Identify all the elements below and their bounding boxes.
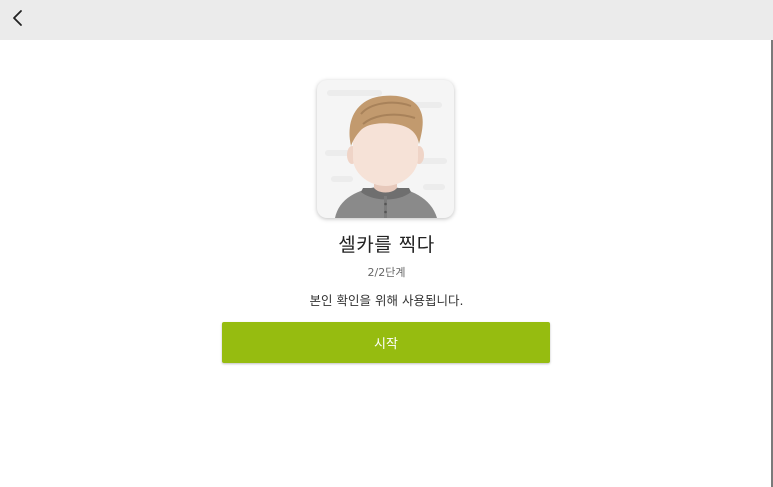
selfie-avatar-illustration (317, 80, 454, 218)
page-title: 셀카를 찍다 (338, 234, 435, 256)
chevron-left-icon (13, 10, 22, 26)
top-bar (0, 0, 773, 40)
back-button[interactable] (4, 4, 32, 32)
step-indicator: 2/2단계 (367, 266, 406, 279)
person-avatar-icon (325, 90, 447, 218)
description-text: 본인 확인을 위해 사용됩니다. (309, 293, 464, 308)
start-button-label: 시작 (374, 337, 398, 352)
start-button[interactable]: 시작 (222, 322, 550, 363)
